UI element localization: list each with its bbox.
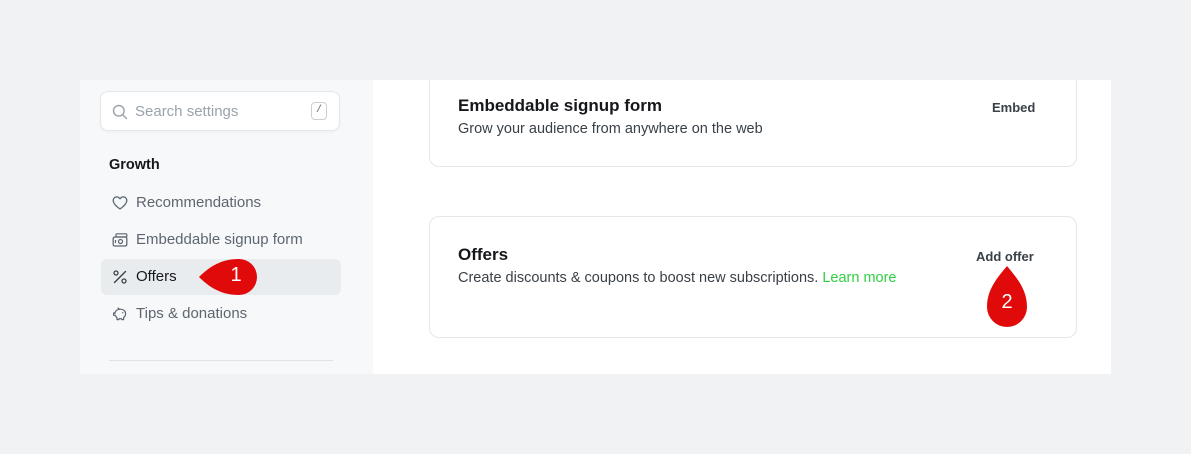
learn-more-link[interactable]: Learn more (822, 270, 896, 286)
card-title: Offers (458, 245, 509, 264)
sidebar-group-title: Growth (109, 157, 160, 173)
heart-icon (112, 196, 128, 210)
card-description: Create discounts & coupons to boost new … (458, 268, 898, 289)
annotation-label-2: 2 (1001, 291, 1013, 313)
settings-sidebar: / Growth Recommendations Embeddable sign… (80, 80, 373, 374)
piggy-bank-icon (113, 307, 127, 321)
settings-window: / Growth Recommendations Embeddable sign… (80, 80, 1111, 374)
search-icon (112, 104, 128, 120)
sidebar-item-label: Offers (136, 268, 177, 285)
sidebar-item-label: Tips & donations (136, 305, 248, 322)
annotation-label-1: 1 (230, 264, 242, 286)
embed-button[interactable]: Embed (992, 100, 1035, 115)
add-offer-button[interactable]: Add offer (976, 249, 1034, 264)
search-input[interactable] (135, 101, 305, 121)
sidebar-item-embeddable-signup-form[interactable]: Embeddable signup form (101, 222, 341, 258)
card-description-text: Create discounts & coupons to boost new … (458, 270, 819, 286)
card-title: Embeddable signup form (458, 96, 663, 115)
offers-card: Offers Create discounts & coupons to boo… (429, 216, 1077, 338)
card-description: Grow your audience from anywhere on the … (458, 121, 763, 137)
percent-icon (113, 270, 127, 284)
sidebar-item-label: Recommendations (136, 194, 262, 211)
signup-form-icon (112, 233, 128, 247)
sidebar-item-recommendations[interactable]: Recommendations (101, 185, 341, 221)
sidebar-divider (109, 360, 333, 361)
search-shortcut-key: / (311, 102, 327, 120)
sidebar-item-label: Embeddable signup form (136, 231, 303, 248)
signup-form-card: Embeddable signup form Grow your audienc… (429, 80, 1077, 167)
search-box[interactable]: / (100, 91, 340, 131)
sidebar-item-tips-donations[interactable]: Tips & donations (101, 296, 341, 332)
